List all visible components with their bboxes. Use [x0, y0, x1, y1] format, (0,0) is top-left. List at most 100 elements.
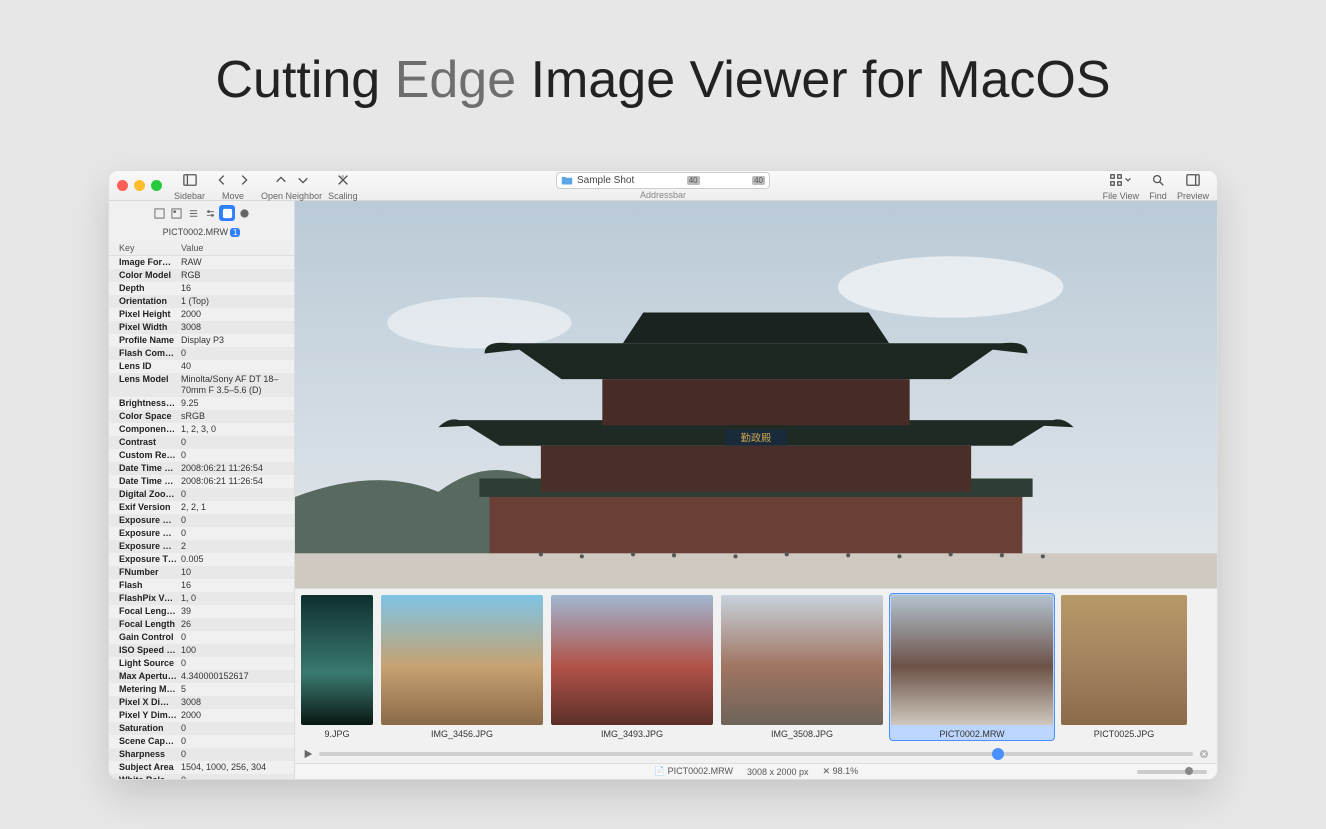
close-icon[interactable] [117, 180, 128, 191]
kv-row: Color ModelRGB [109, 269, 294, 282]
minimize-icon[interactable] [134, 180, 145, 191]
forward-button[interactable] [233, 171, 255, 189]
kv-row: Custom Rende...0 [109, 449, 294, 462]
tab-image-icon[interactable] [151, 205, 167, 221]
kv-row: Focal Length26 [109, 618, 294, 631]
svg-text:勤政殿: 勤政殿 [741, 432, 772, 445]
preview-button[interactable]: Preview [1177, 171, 1209, 201]
kv-row: Color SpacesRGB [109, 410, 294, 423]
thumb-item[interactable]: PICT0002.MRW [889, 593, 1055, 741]
kv-row: Exposure Mode0 [109, 527, 294, 540]
kv-row: Image FormatRAW [109, 256, 294, 269]
kv-list[interactable]: Image FormatRAWColor ModelRGBDepth16Orie… [109, 256, 294, 779]
scaling-label: Scaling [328, 191, 358, 201]
kv-row: Exposure Time0.005 [109, 553, 294, 566]
kv-row: Scene Capture...0 [109, 735, 294, 748]
zoom-slider[interactable] [1137, 770, 1207, 774]
thumb-label: PICT0002.MRW [891, 729, 1053, 739]
play-icon[interactable] [303, 749, 313, 759]
kv-row: Date Time Digi...2008:06:21 11:26:54 [109, 462, 294, 475]
kv-row: Focal Length l...39 [109, 605, 294, 618]
sidebar: i PICT0002.MRW1 Key Value Image FormatRA… [109, 201, 295, 779]
thumb-label: PICT0025.JPG [1061, 729, 1187, 739]
kv-row: Exposure Bias...0 [109, 514, 294, 527]
status-file: 📄 PICT0002.MRW [654, 766, 733, 777]
thumbs-row[interactable]: 9.JPG IMG_3456.JPG IMG_3493.JPG IMG_3508.JP… [295, 589, 1217, 745]
kv-row: Profile NameDisplay P3 [109, 334, 294, 347]
maximize-icon[interactable] [151, 180, 162, 191]
addressbar-group: Sample Shot 40 40 Addressbar [556, 172, 770, 200]
slider-close-icon[interactable] [1199, 749, 1209, 759]
toolbar: Sidebar Move Open Neighbor Scaling Sampl… [109, 171, 1217, 201]
status-bar: 📄 PICT0002.MRW 3008 x 2000 px ✕ 98.1% [295, 763, 1217, 779]
up-button[interactable] [270, 171, 292, 189]
thumb-label: IMG_3493.JPG [551, 729, 713, 739]
kv-row: Orientation1 (Top) [109, 295, 294, 308]
addressbar[interactable]: Sample Shot 40 40 [556, 172, 770, 189]
slider-row [295, 745, 1217, 763]
addressbar-badge1: 40 [687, 176, 700, 185]
scaling-button[interactable]: Scaling [328, 171, 358, 201]
tab-exif-icon[interactable]: i [219, 205, 235, 221]
kv-row: Metering Mode5 [109, 683, 294, 696]
kv-header: Key Value [109, 241, 294, 256]
thumb-item[interactable]: IMG_3493.JPG [549, 593, 715, 741]
thumb-item[interactable]: IMG_3456.JPG [379, 593, 545, 741]
neighbor-buttons: Open Neighbor [261, 171, 322, 201]
kv-row: Sharpness0 [109, 748, 294, 761]
image-viewer[interactable]: 勤政殿 [295, 201, 1217, 588]
find-label: Find [1149, 191, 1167, 201]
kv-row: Pixel X Dimen...3008 [109, 696, 294, 709]
thumb-label: IMG_3508.JPG [721, 729, 883, 739]
kv-row: Pixel Width3008 [109, 321, 294, 334]
kv-row: ISO Speed Rat...100 [109, 644, 294, 657]
kv-row: FNumber10 [109, 566, 294, 579]
kv-row: Subject Area1504, 1000, 256, 304 [109, 761, 294, 774]
main-area: 勤政殿 9.JPG IMG_3456.JPG IMG_3493.JPG IMG_350… [295, 201, 1217, 779]
kv-row: Pixel Height2000 [109, 308, 294, 321]
kv-row: Lens ModelMinolta/Sony AF DT 18–70mm F 3… [109, 373, 294, 397]
kv-row: Contrast0 [109, 436, 294, 449]
kv-row: FlashPix Version1, 0 [109, 592, 294, 605]
tab-info-icon[interactable] [168, 205, 184, 221]
find-button[interactable]: Find [1147, 171, 1169, 201]
folder-icon [561, 174, 573, 186]
thumb-label: IMG_3456.JPG [381, 729, 543, 739]
kv-row: Saturation0 [109, 722, 294, 735]
addressbar-badge2: 40 [752, 176, 765, 185]
thumbnail-strip: 9.JPG IMG_3456.JPG IMG_3493.JPG IMG_3508.JP… [295, 588, 1217, 763]
kv-row: Flash16 [109, 579, 294, 592]
position-slider[interactable] [319, 752, 1193, 756]
kv-row: Depth16 [109, 282, 294, 295]
kv-row: White Balance0 [109, 774, 294, 779]
kv-row: Brightness Val...9.25 [109, 397, 294, 410]
kv-row: Gain Control0 [109, 631, 294, 644]
thumb-item[interactable]: 9.JPG [299, 593, 375, 741]
move-buttons: Move [211, 171, 255, 201]
sidebar-toggle[interactable]: Sidebar [174, 171, 205, 201]
thumb-label: 9.JPG [301, 729, 373, 739]
kv-row: Light Source0 [109, 657, 294, 670]
app-window: Sidebar Move Open Neighbor Scaling Sampl… [108, 170, 1218, 780]
preview-label: Preview [1177, 191, 1209, 201]
tab-adjust-icon[interactable] [202, 205, 218, 221]
thumb-item[interactable]: PICT0025.JPG [1059, 593, 1189, 741]
kv-row: Components C...1, 2, 3, 0 [109, 423, 294, 436]
tab-history-icon[interactable] [236, 205, 252, 221]
hero-title: Cutting Edge Image Viewer for MacOS [0, 0, 1326, 110]
tab-list-icon[interactable] [185, 205, 201, 221]
kv-row: Pixel Y Dimens...2000 [109, 709, 294, 722]
thumb-item[interactable]: IMG_3508.JPG [719, 593, 885, 741]
kv-row: Digital Zoom R...0 [109, 488, 294, 501]
kv-row: Exif Version2, 2, 1 [109, 501, 294, 514]
window-controls [117, 180, 162, 191]
move-label: Move [222, 191, 244, 201]
back-button[interactable] [211, 171, 233, 189]
addressbar-title: Sample Shot [577, 175, 634, 186]
down-button[interactable] [292, 171, 314, 189]
fileview-button[interactable]: File View [1103, 171, 1139, 201]
kv-row: Flash Compen...0 [109, 347, 294, 360]
status-dims: 3008 x 2000 px [747, 767, 809, 777]
status-zoom: ✕ 98.1% [823, 766, 859, 777]
kv-row: Max Aperture...4.340000152617 [109, 670, 294, 683]
